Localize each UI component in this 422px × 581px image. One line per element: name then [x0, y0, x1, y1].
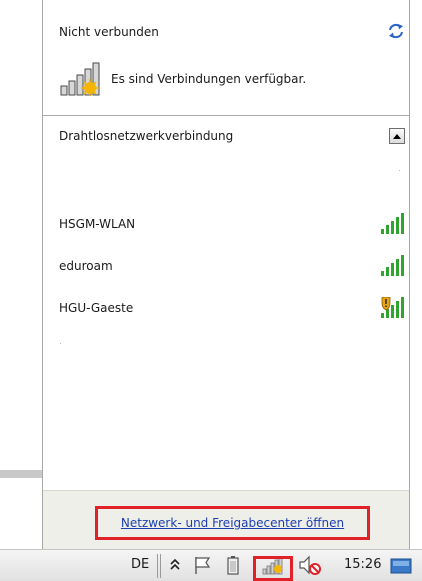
wifi-signal-icon [381, 255, 404, 276]
signal-warning-icon [60, 62, 100, 96]
divider [399, 170, 400, 171]
desktop-icon[interactable] [390, 558, 412, 574]
divider [160, 554, 161, 578]
divider [157, 554, 158, 578]
language-indicator[interactable]: DE [131, 557, 149, 572]
network-name: HGU-Gaeste [59, 301, 134, 315]
taskbar: DE 15:26 [0, 549, 422, 581]
shield-warning-icon [381, 297, 391, 311]
divider [43, 115, 409, 116]
network-name: eduroam [59, 259, 113, 273]
collapse-arrow-icon [393, 133, 401, 139]
availability-text: Es sind Verbindungen verfügbar. [111, 72, 307, 86]
refresh-icon[interactable] [387, 22, 405, 40]
wireless-section-title: Drahtlosnetzwerkverbindung [59, 129, 234, 143]
desktop-background [0, 470, 42, 478]
footer-bar: Netzwerk- und Freigabecenter öffnen [43, 490, 409, 550]
network-name: HSGM-WLAN [59, 217, 136, 231]
battery-icon[interactable] [226, 555, 240, 575]
network-icon-highlight [253, 556, 293, 581]
network-item-eduroam[interactable]: eduroam [59, 255, 407, 277]
network-item-hgu-gaeste[interactable]: HGU-Gaeste [59, 297, 407, 319]
clock[interactable]: 15:26 [344, 557, 381, 572]
network-item-hsgm-wlan[interactable]: HSGM-WLAN [59, 213, 407, 235]
wifi-signal-icon [381, 213, 404, 234]
divider [60, 343, 61, 344]
connection-status: Nicht verbunden [59, 25, 159, 39]
chevron-up-icon[interactable] [168, 555, 182, 575]
network-flyout: Nicht verbunden Es sind Verbindungen ver… [42, 0, 410, 550]
wifi-signal-icon [381, 297, 404, 318]
flag-icon[interactable] [193, 555, 213, 575]
collapse-button[interactable] [389, 128, 405, 144]
network-sharing-center-link[interactable]: Netzwerk- und Freigabecenter öffnen [95, 506, 370, 540]
availability-row: Es sind Verbindungen verfügbar. [59, 62, 306, 96]
volume-muted-icon[interactable] [298, 555, 322, 575]
